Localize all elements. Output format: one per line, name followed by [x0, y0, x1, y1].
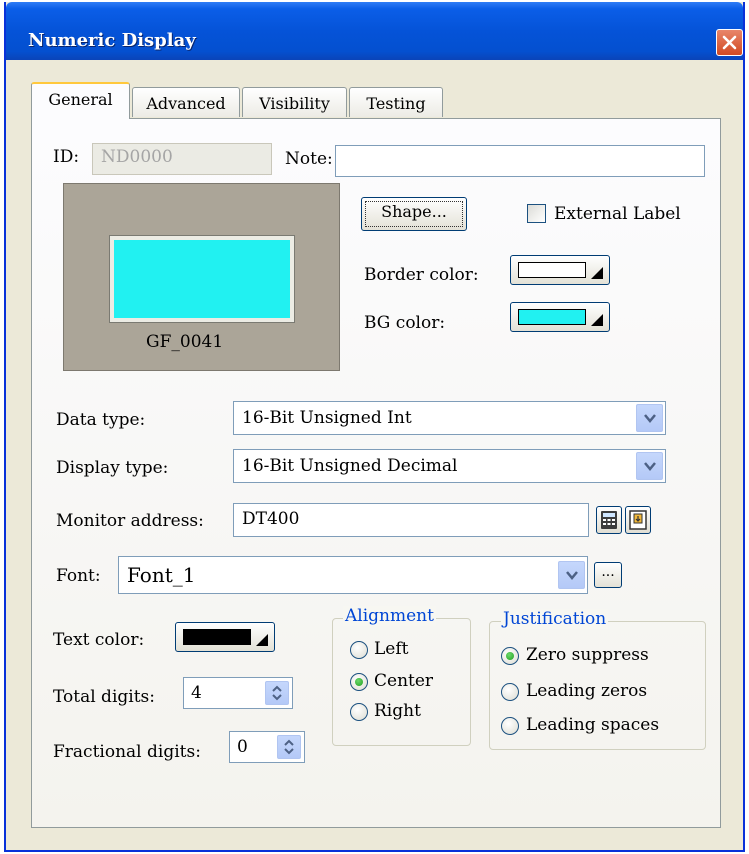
bg-color-label: BG color: [364, 313, 446, 333]
border-color-button[interactable] [510, 255, 610, 285]
justification-leading-zeros-radio[interactable] [501, 683, 519, 701]
font-browse-label: ... [601, 564, 615, 580]
close-button[interactable] [716, 29, 743, 56]
justification-zero-suppress-radio[interactable] [501, 647, 519, 665]
fractional-digits-label: Fractional digits: [53, 742, 201, 762]
display-type-value: 16-Bit Unsigned Decimal [242, 456, 458, 476]
total-digits-spin-buttons[interactable] [265, 681, 289, 705]
display-type-label: Display type: [56, 458, 169, 478]
shape-button[interactable]: Shape... [361, 197, 467, 231]
shape-preview: GF_0041 [63, 183, 340, 371]
justification-zero-suppress-label[interactable]: Zero suppress [526, 645, 649, 665]
chevron-down-icon [566, 571, 578, 580]
total-digits-label: Total digits: [53, 687, 155, 707]
justification-title: Justification [501, 609, 609, 629]
tab-testing[interactable]: Testing [349, 87, 443, 117]
text-color-swatch [183, 629, 251, 645]
window-title: Numeric Display [28, 30, 196, 51]
text-color-label: Text color: [53, 630, 145, 650]
address-picker-button[interactable] [625, 506, 651, 534]
calculator-button[interactable] [596, 506, 622, 534]
preview-shape [110, 236, 294, 322]
display-type-select[interactable]: 16-Bit Unsigned Decimal [233, 449, 666, 483]
font-label: Font: [56, 566, 101, 586]
external-label-checkbox[interactable] [527, 204, 546, 223]
fractional-digits-value: 0 [237, 737, 248, 757]
title-bar[interactable]: Numeric Display [6, 2, 743, 60]
bg-color-swatch [518, 309, 586, 325]
radio-selected-dot [355, 678, 363, 686]
total-digits-spinner[interactable]: 4 [183, 677, 293, 709]
data-type-value: 16-Bit Unsigned Int [242, 408, 412, 428]
alignment-right-radio[interactable] [350, 703, 368, 721]
alignment-center-label[interactable]: Center [374, 671, 433, 691]
dropdown-arrow-icon [591, 314, 603, 326]
fractional-digits-spin-buttons[interactable] [277, 735, 301, 759]
id-label: ID: [53, 147, 80, 167]
up-down-icon [272, 685, 282, 701]
display-type-dropdown-button[interactable] [636, 452, 663, 480]
bg-color-button[interactable] [510, 302, 610, 332]
address-picker-icon [629, 510, 647, 530]
justification-leading-zeros-label[interactable]: Leading zeros [526, 681, 647, 701]
calculator-icon [601, 511, 617, 529]
alignment-center-radio[interactable] [350, 673, 368, 691]
close-icon [722, 35, 737, 50]
monitor-address-label: Monitor address: [56, 511, 204, 531]
font-select[interactable]: Font_1 [118, 556, 588, 594]
external-label-text[interactable]: External Label [554, 204, 681, 224]
tab-visibility[interactable]: Visibility [242, 87, 347, 117]
note-field[interactable] [335, 145, 705, 177]
monitor-address-input[interactable]: DT400 [233, 503, 589, 537]
tab-general[interactable]: General [31, 82, 130, 119]
dropdown-arrow-icon [591, 267, 603, 279]
focus-ring [365, 201, 463, 227]
data-type-label: Data type: [56, 410, 146, 430]
font-dropdown-button[interactable] [558, 561, 585, 589]
data-type-dropdown-button[interactable] [636, 404, 663, 432]
total-digits-value: 4 [191, 683, 202, 703]
note-label: Note: [285, 149, 333, 169]
alignment-left-radio[interactable] [350, 641, 368, 659]
alignment-title: Alignment [343, 606, 436, 626]
up-down-icon [284, 739, 294, 755]
data-type-select[interactable]: 16-Bit Unsigned Int [233, 401, 666, 435]
font-value: Font_1 [127, 563, 196, 587]
alignment-right-label[interactable]: Right [374, 701, 421, 721]
fractional-digits-spinner[interactable]: 0 [229, 731, 305, 763]
tab-advanced[interactable]: Advanced [132, 87, 240, 117]
border-color-label: Border color: [364, 265, 479, 285]
dropdown-arrow-icon [256, 634, 268, 646]
alignment-left-label[interactable]: Left [374, 639, 408, 659]
chevron-down-icon [644, 414, 656, 423]
text-color-button[interactable] [175, 622, 275, 652]
preview-caption: GF_0041 [146, 332, 224, 352]
border-color-swatch [518, 262, 586, 278]
justification-leading-spaces-label[interactable]: Leading spaces [526, 715, 659, 735]
radio-selected-dot [506, 652, 514, 660]
justification-leading-spaces-radio[interactable] [501, 717, 519, 735]
id-field: ND0000 [92, 143, 272, 175]
chevron-down-icon [644, 462, 656, 471]
font-browse-button[interactable]: ... [594, 562, 622, 588]
